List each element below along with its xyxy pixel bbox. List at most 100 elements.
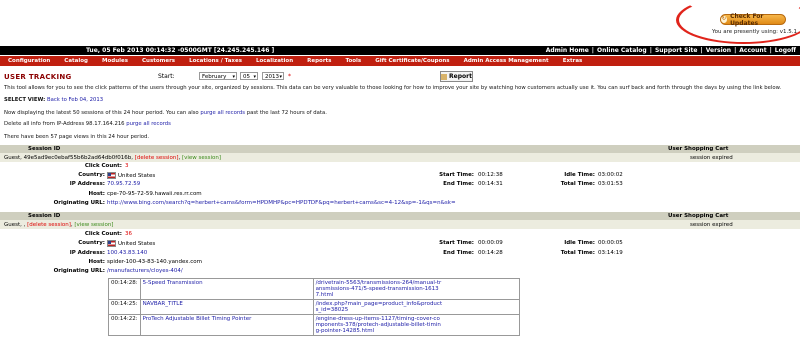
country-value: United States xyxy=(107,172,155,179)
originating-url-link[interactable]: http://www.bing.com/search?q=herbert+cam… xyxy=(107,200,456,206)
page-url-link[interactable]: /index.php?main_page=product_info&produc… xyxy=(316,301,444,313)
day-select[interactable]: 05 xyxy=(240,72,258,81)
report-button[interactable]: Report xyxy=(440,71,473,82)
originating-url-label: Originating URL: xyxy=(53,200,105,206)
session-guest-line: Guest, , [delete session], [view session… xyxy=(4,222,114,228)
top-links: Admin Home | Online Catalog | Support Site… xyxy=(545,47,796,54)
top-link-online-catalog[interactable]: Online Catalog xyxy=(597,47,647,54)
page-url-cell: /engine-dress-up-items-1127/timing-cover… xyxy=(312,314,521,336)
purge-all-records-link[interactable]: purge all records xyxy=(200,110,245,116)
view-session-link[interactable]: [view session] xyxy=(74,222,113,228)
delete-session-link[interactable]: [delete session] xyxy=(135,155,179,161)
ip-address-label: IP Address: xyxy=(69,250,105,256)
host-label: Host: xyxy=(88,191,105,197)
table-row: 00:14:22: ProTech Adjustable Billet Timi… xyxy=(108,314,521,336)
menu-tools[interactable]: Tools xyxy=(345,58,361,64)
us-flag-icon xyxy=(107,172,116,179)
session-id-label: Session ID xyxy=(28,213,61,219)
menu-configuration[interactable]: Configuration xyxy=(8,58,50,64)
ip-address-link[interactable]: 100.43.83.140 xyxy=(107,250,147,256)
page-name-link[interactable]: 5-Speed Transmission xyxy=(143,280,203,286)
description-text: This tool allows for you to see the clic… xyxy=(4,85,782,91)
country-name: United States xyxy=(118,173,156,179)
check-for-updates-button[interactable]: ↻ Check For Updates xyxy=(720,12,786,27)
table-row: 00:14:28: 5-Speed Transmission /drivetra… xyxy=(108,278,521,300)
idle-time-value: 00:00:05 xyxy=(598,240,623,246)
top-bar: Tue, 05 Feb 2013 00:14:32 -0500GMT [24.2… xyxy=(0,46,800,55)
top-link-logoff[interactable]: Logoff xyxy=(775,47,796,54)
cart-label: User Shopping Cart xyxy=(668,146,729,152)
delete-ip-text: Delete all info from IP-Address 98.17.16… xyxy=(4,121,125,127)
page-url-link[interactable]: /engine-dress-up-items-1127/timing-cover… xyxy=(316,316,444,334)
click-time: 00:14:25: xyxy=(108,299,141,315)
total-time-value: 03:01:53 xyxy=(598,181,623,187)
top-link-account[interactable]: Account xyxy=(739,47,766,54)
click-time: 00:14:28: xyxy=(108,278,141,300)
originating-url-label: Originating URL: xyxy=(53,268,105,274)
menu-modules[interactable]: Modules xyxy=(102,58,128,64)
originating-url-value[interactable]: /manufacturers/cloyes-404/ xyxy=(107,268,183,274)
host-label: Host: xyxy=(88,259,105,265)
originating-url-value[interactable]: http://www.bing.com/search?q=herbert+cam… xyxy=(107,200,456,206)
server-datetime: Tue, 05 Feb 2013 00:14:32 -0500GMT [24.2… xyxy=(86,47,275,54)
month-select[interactable]: February xyxy=(199,72,237,81)
idle-time-value: 03:00:02 xyxy=(598,172,623,178)
country-value: United States xyxy=(107,240,155,247)
year-select[interactable]: 2013 xyxy=(262,72,284,81)
version-text: You are presently using: v1.5.1 xyxy=(712,29,798,35)
menu-admin-access[interactable]: Admin Access Management xyxy=(464,58,549,64)
page-title: USER TRACKING xyxy=(4,73,72,81)
country-label: Country: xyxy=(78,172,105,178)
menu-locations-taxes[interactable]: Locations / Taxes xyxy=(189,58,242,64)
menu-gift-certificates[interactable]: Gift Certificate/Coupons xyxy=(375,58,449,64)
session-guest-id: Guest, 49e5ad9ec0ebaf55b6b2ad64db0f016b, xyxy=(4,155,133,161)
displaying-text-after: past the last 72 hours of data. xyxy=(246,110,327,116)
top-link-support-site[interactable]: Support Site xyxy=(655,47,698,54)
menu-reports[interactable]: Reports xyxy=(307,58,331,64)
menu-catalog[interactable]: Catalog xyxy=(64,58,88,64)
back-to-date-link[interactable]: Back to Feb 04, 2013 xyxy=(47,97,103,103)
menu-extras[interactable]: Extras xyxy=(563,58,583,64)
session-guest-line: Guest, 49e5ad9ec0ebaf55b6b2ad64db0f016b,… xyxy=(4,155,222,161)
page-url-cell: /drivetrain-5563/transmissions-264/manua… xyxy=(312,278,521,300)
cart-label: User Shopping Cart xyxy=(668,213,729,219)
check-for-updates-label: Check For Updates xyxy=(730,12,764,27)
menu-customers[interactable]: Customers xyxy=(142,58,175,64)
ip-address-link[interactable]: 70.95.72.59 xyxy=(107,181,140,187)
session-id-label: Session ID xyxy=(28,146,61,152)
start-time-label: Start Time: xyxy=(439,172,474,178)
required-mark: * xyxy=(288,73,291,80)
report-icon xyxy=(441,73,448,80)
ip-address-value[interactable]: 100.43.83.140 xyxy=(107,250,147,256)
purge-ip-records-link[interactable]: purge all records xyxy=(126,121,171,127)
session-header: Session ID User Shopping Cart xyxy=(0,212,800,220)
select-view-label: SELECT VIEW: xyxy=(4,97,46,103)
displaying-text: Now displaying the latest 50 sessions of… xyxy=(4,110,199,116)
update-icon: ↻ xyxy=(721,16,728,23)
end-time-label: End Time: xyxy=(443,250,474,256)
menu-localization[interactable]: Localization xyxy=(256,58,293,64)
page-name-cell: ProTech Adjustable Billet Timing Pointer xyxy=(139,314,314,336)
page-url-link[interactable]: /drivetrain-5563/transmissions-264/manua… xyxy=(316,280,444,298)
session-guest-row: Guest, , [delete session], [view session… xyxy=(0,220,800,229)
top-link-version[interactable]: Version xyxy=(706,47,731,54)
host-value: cpe-70-95-72-59.hawaii.res.rr.com xyxy=(107,191,202,197)
page-views-text: There have been 57 page views in this 24… xyxy=(4,134,150,140)
view-session-link[interactable]: [view session] xyxy=(182,155,221,161)
end-time-value: 00:14:28 xyxy=(478,250,503,256)
top-link-admin-home[interactable]: Admin Home xyxy=(546,47,589,54)
page-name-link[interactable]: ProTech Adjustable Billet Timing Pointer xyxy=(143,316,252,322)
cart-status: session expired xyxy=(690,155,733,161)
total-time-label: Total Time: xyxy=(560,250,595,256)
total-time-value: 03:14:19 xyxy=(598,250,623,256)
end-time-label: End Time: xyxy=(443,181,474,187)
start-time-value: 00:12:38 xyxy=(478,172,503,178)
start-time-value: 00:00:09 xyxy=(478,240,503,246)
ip-address-value[interactable]: 70.95.72.59 xyxy=(107,181,140,187)
clickstream-table: 00:14:28: 5-Speed Transmission /drivetra… xyxy=(108,278,521,336)
delete-session-link[interactable]: [delete session] xyxy=(27,222,71,228)
ip-address-label: IP Address: xyxy=(69,181,105,187)
originating-url-link[interactable]: /manufacturers/cloyes-404/ xyxy=(107,268,183,274)
page-name-link[interactable]: NAVBAR_TITLE xyxy=(143,301,183,307)
click-time: 00:14:22: xyxy=(108,314,141,336)
